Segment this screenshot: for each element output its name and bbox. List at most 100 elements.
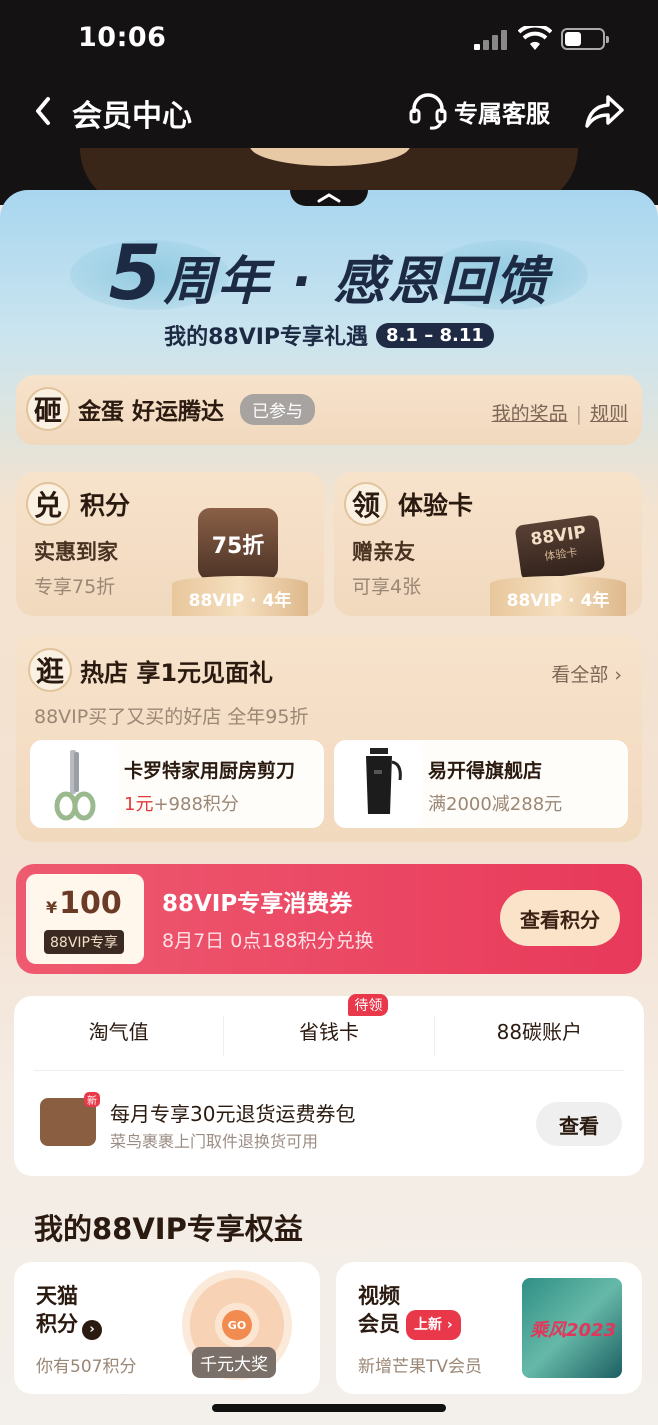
vip-trial-card-image: 88VIP 体验卡: [514, 514, 606, 582]
coupon-title: 88VIP专享消费券: [162, 891, 353, 917]
poster-title: 乘风2023: [530, 1320, 617, 1341]
hero-title: 5周年 · 感恩回馈: [0, 228, 658, 317]
tab-taoqi-value[interactable]: 淘气值: [14, 1016, 223, 1056]
shop-name: 易开得旗舰店: [428, 760, 543, 782]
see-all-link[interactable]: 看全部 ›: [551, 660, 622, 687]
coupon-value-stub: ¥100 88VIP专享: [26, 874, 144, 964]
tmall-line2: 积分: [36, 1312, 78, 1336]
prize-wheel-image: GO 千元大奖: [182, 1270, 292, 1380]
points-line3: 专享75折: [34, 576, 116, 598]
points-podium: 88VIP · 4年: [172, 576, 308, 616]
tab-carbon-account[interactable]: 88碳账户: [433, 1016, 644, 1056]
shop-price-rest: 满2000减288元: [428, 794, 563, 815]
home-indicator: [212, 1404, 446, 1412]
collapse-handle[interactable]: [290, 190, 368, 206]
battery-icon: [561, 28, 609, 50]
shop-price: 1元+988积分: [124, 790, 239, 816]
view-button[interactable]: 查看: [536, 1102, 622, 1146]
egg-badge: 砸: [26, 387, 70, 431]
scissors-image: [30, 740, 118, 828]
share-icon[interactable]: [584, 91, 626, 131]
shop-item[interactable]: 易开得旗舰店 满2000减288元: [334, 740, 628, 828]
chevron-up-icon: [317, 193, 341, 203]
package-icon: 新: [40, 1092, 100, 1146]
return-desc: 菜鸟裹裹上门取件退换货可用: [110, 1132, 319, 1151]
my-prizes-link[interactable]: 我的奖品: [492, 403, 568, 425]
back-icon[interactable]: [30, 93, 60, 129]
trial-line3: 可享4张: [352, 576, 422, 598]
shops-badge: 逛: [28, 648, 72, 692]
to-claim-badge: 待领: [348, 994, 389, 1016]
trial-card[interactable]: 领 体验卡 赠亲友 可享4张 88VIP 体验卡 88VIP · 4年: [334, 472, 642, 616]
shop-price: 满2000减288元: [428, 790, 562, 816]
shop-item[interactable]: 卡罗特家用厨房剪刀 1元+988积分: [30, 740, 324, 828]
tab-label: 88碳账户: [496, 1020, 583, 1044]
tab-saving-card[interactable]: 待领省钱卡: [223, 994, 433, 1056]
water-purifier-image: [334, 740, 422, 828]
video-member-benefit[interactable]: 视频 会员 上新 › 新增芒果TV会员 乘风2023: [336, 1262, 642, 1394]
discount-bag-image: 75折: [198, 508, 278, 580]
shops-desc: 88VIP买了又买的好店 全年95折: [34, 706, 309, 728]
new-tag: 新: [84, 1092, 100, 1107]
coupon-desc: 8月7日 0点188积分兑换: [162, 930, 374, 952]
benefits-title: 我的88VIP专享权益: [34, 1212, 303, 1246]
account-tabs: 淘气值 待领省钱卡 88碳账户: [14, 994, 644, 1056]
egg-status-badge: 已参与: [240, 393, 316, 425]
trial-badge: 领: [344, 482, 388, 526]
points-badge: 兑: [26, 482, 70, 526]
divider: [34, 1070, 624, 1071]
video-desc: 新增芒果TV会员: [358, 1357, 483, 1377]
customer-service-label: 专属客服: [454, 99, 550, 128]
hero-subtitle: 我的88VIP专享礼遇: [164, 325, 369, 350]
tmall-line1: 天猫: [36, 1284, 78, 1308]
shops-title: 热店 享1元见面礼: [80, 658, 274, 687]
tv-poster-image: 乘风2023: [522, 1278, 622, 1378]
rules-link[interactable]: 规则: [590, 403, 628, 425]
hero-date-range: 8.1 – 8.11: [376, 322, 494, 348]
customer-service-button[interactable]: 专属客服: [408, 89, 550, 133]
trial-podium: 88VIP · 4年: [490, 576, 626, 616]
chevron-right-icon: ›: [82, 1320, 102, 1340]
cellular-signal-icon: [474, 30, 508, 50]
bag-text: 75折: [211, 534, 265, 559]
hero-number: 5: [108, 228, 164, 317]
points-redeem-card[interactable]: 兑 积分 实惠到家 专享75折 75折 88VIP · 4年: [16, 472, 324, 616]
headset-icon: [409, 93, 447, 130]
status-bar: 10:06: [0, 0, 658, 80]
shop-price-rest: +988积分: [153, 794, 239, 815]
nav-bar: 会员中心 专属客服: [0, 85, 658, 140]
trial-line2: 赠亲友: [352, 540, 415, 564]
points-title: 积分: [80, 491, 131, 520]
wheel-go: GO: [222, 1310, 252, 1340]
hero-title-text: 周年 · 感恩回馈: [163, 252, 550, 312]
page-title: 会员中心: [72, 99, 192, 134]
anniversary-hero: 5周年 · 感恩回馈 我的88VIP专享礼遇 8.1 – 8.11: [0, 228, 658, 351]
status-time: 10:06: [78, 22, 167, 53]
points-line2: 实惠到家: [34, 540, 118, 564]
view-points-button[interactable]: 查看积分: [500, 890, 620, 946]
video-line2: 会员: [358, 1312, 400, 1336]
hot-shops-card: 逛 热店 享1元见面礼 看全部 › 88VIP买了又买的好店 全年95折 卡罗特…: [16, 636, 642, 842]
coupon-amount: 100: [59, 886, 122, 921]
tab-label: 淘气值: [88, 1020, 149, 1044]
vip-coupon-card[interactable]: ¥100 88VIP专享 88VIP专享消费券 8月7日 0点188积分兑换 查…: [16, 864, 642, 974]
scissors-icon: [54, 750, 96, 821]
tab-label: 省钱卡: [298, 1020, 359, 1044]
tmall-points-benefit[interactable]: 天猫积分 › 你有507积分 GO 千元大奖: [14, 1262, 320, 1394]
trial-title: 体验卡: [398, 491, 474, 520]
golden-egg-card[interactable]: 砸 金蛋 好运腾达 已参与 我的奖品 | 规则: [16, 375, 642, 445]
shop-price-red: 1元: [124, 794, 154, 815]
tmall-points-desc: 你有507积分: [36, 1357, 137, 1377]
video-line1: 视频: [358, 1284, 400, 1308]
trial-podium-label: 88VIP · 4年: [506, 591, 610, 611]
hero-subtitle-row: 我的88VIP专享礼遇 8.1 – 8.11: [0, 319, 658, 351]
egg-title: 金蛋 好运腾达: [78, 399, 225, 425]
purifier-icon: [366, 748, 402, 814]
points-podium-label: 88VIP · 4年: [188, 591, 292, 611]
wifi-icon: [518, 26, 552, 50]
wheel-label: 千元大奖: [192, 1347, 276, 1378]
coupon-currency: ¥: [46, 898, 58, 917]
return-title: 每月专享30元退货运费券包: [110, 1102, 356, 1126]
account-card: 淘气值 待领省钱卡 88碳账户 新 每月专享30元退货运费券包 菜鸟裹裹上门取件…: [14, 994, 644, 1176]
new-tag-label: 上新: [414, 1317, 442, 1333]
